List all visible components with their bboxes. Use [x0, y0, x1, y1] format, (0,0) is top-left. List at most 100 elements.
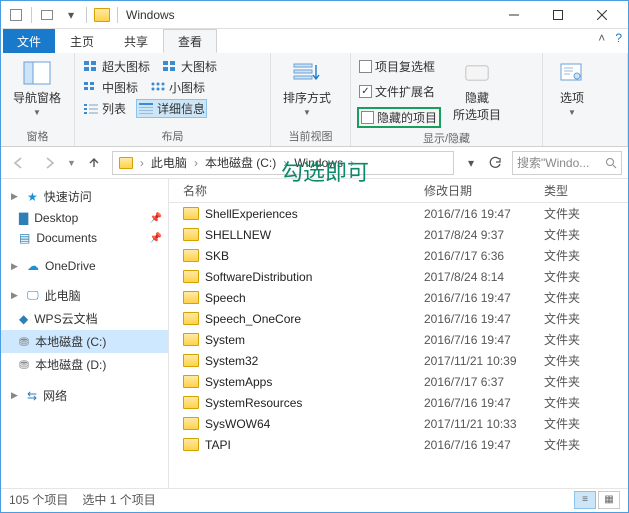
checkbox-file-extensions[interactable]: ✓文件扩展名 [357, 82, 441, 101]
table-row[interactable]: SHELLNEW2017/8/24 9:37文件夹 [169, 224, 628, 245]
help-icon[interactable]: ? [615, 31, 622, 45]
layout-large-icons[interactable]: 大图标 [160, 57, 219, 76]
breadcrumb-thispc[interactable]: 此电脑 [147, 154, 191, 171]
sidebar-wps[interactable]: ◆WPS云文档 [1, 307, 168, 330]
options-button[interactable]: 选项 ▼ [549, 57, 595, 119]
up-button[interactable] [82, 151, 106, 175]
history-dropdown-icon[interactable]: ▼ [67, 158, 76, 168]
list-icon [83, 102, 99, 116]
tab-view[interactable]: 查看 [163, 29, 217, 53]
sort-by-button[interactable]: 排序方式 ▼ [277, 57, 337, 119]
layout-medium-icons[interactable]: 中图标 [81, 78, 140, 97]
folder-icon [183, 333, 199, 346]
status-selected-count: 选中 1 个项目 [82, 491, 155, 508]
file-date: 2016/7/16 19:47 [424, 333, 544, 347]
sidebar-documents[interactable]: ▤Documents📌 [1, 228, 168, 248]
sidebar-drive-c[interactable]: ⛃本地磁盘 (C:) [1, 330, 168, 353]
star-icon: ★ [27, 190, 38, 204]
sidebar-desktop[interactable]: ▇Desktop📌 [1, 208, 168, 228]
table-row[interactable]: TAPI2016/7/16 19:47文件夹 [169, 434, 628, 455]
sidebar-network[interactable]: ▶⇆网络 [1, 384, 168, 407]
options-icon [556, 59, 588, 87]
chevron-right-icon[interactable]: › [281, 156, 289, 170]
layout-list[interactable]: 列表 [81, 99, 128, 118]
breadcrumb-drive[interactable]: 本地磁盘 (C:) [201, 154, 280, 171]
back-button[interactable] [7, 151, 31, 175]
table-row[interactable]: SystemApps2016/7/17 6:37文件夹 [169, 371, 628, 392]
chevron-right-icon[interactable]: › [192, 156, 200, 170]
file-type: 文件夹 [544, 373, 628, 390]
view-thumbnails-button[interactable]: ▦ [598, 491, 620, 509]
file-date: 2017/11/21 10:33 [424, 417, 544, 431]
file-date: 2017/8/24 8:14 [424, 270, 544, 284]
window-title: Windows [126, 8, 492, 22]
file-type: 文件夹 [544, 310, 628, 327]
hide-selected-button[interactable]: 隐藏 所选项目 [447, 57, 507, 125]
nav-pane-icon [21, 59, 53, 87]
drive-icon: ⛃ [19, 358, 29, 372]
table-row[interactable]: ShellExperiences2016/7/16 19:47文件夹 [169, 203, 628, 224]
file-type: 文件夹 [544, 205, 628, 222]
file-date: 2016/7/17 6:36 [424, 249, 544, 263]
refresh-icon[interactable] [484, 152, 506, 174]
breadcrumb-folder[interactable]: Windows [290, 156, 347, 170]
sidebar-drive-d[interactable]: ⛃本地磁盘 (D:) [1, 353, 168, 376]
checkbox-icon [359, 60, 372, 73]
tab-file[interactable]: 文件 [3, 29, 55, 53]
table-row[interactable]: System2016/7/16 19:47文件夹 [169, 329, 628, 350]
breadcrumb[interactable]: › 此电脑 › 本地磁盘 (C:) › Windows › [112, 151, 454, 175]
ribbon-collapse-icon[interactable]: ˄ [598, 31, 605, 45]
chevron-right-icon[interactable]: › [348, 156, 356, 170]
checkbox-item-checkboxes[interactable]: 项目复选框 [357, 57, 441, 76]
table-row[interactable]: SKB2016/7/17 6:36文件夹 [169, 245, 628, 266]
column-headers[interactable]: 名称 修改日期 类型 [169, 179, 628, 203]
column-type[interactable]: 类型 [544, 182, 628, 199]
sort-icon [291, 59, 323, 87]
minimize-button[interactable] [492, 1, 536, 29]
layout-small-icons[interactable]: 小图标 [148, 78, 207, 97]
table-row[interactable]: System322017/11/21 10:39文件夹 [169, 350, 628, 371]
chevron-down-icon: ▼ [303, 108, 311, 117]
layout-details[interactable]: 详细信息 [136, 99, 207, 118]
qat-newfolder-icon[interactable] [36, 4, 58, 26]
window-controls [492, 1, 624, 29]
file-name: Speech [205, 291, 246, 305]
file-name: SKB [205, 249, 229, 263]
grid-icon [150, 81, 166, 95]
checkbox-hidden-items[interactable]: 隐藏的项目 [361, 109, 437, 126]
table-row[interactable]: Speech_OneCore2016/7/16 19:47文件夹 [169, 308, 628, 329]
documents-icon: ▤ [19, 231, 30, 245]
close-button[interactable] [580, 1, 624, 29]
column-name[interactable]: 名称 [169, 182, 424, 199]
sidebar-quick-access[interactable]: ▶★快速访问 [1, 185, 168, 208]
grid-icon [83, 60, 99, 74]
table-row[interactable]: Speech2016/7/16 19:47文件夹 [169, 287, 628, 308]
forward-button[interactable] [37, 151, 61, 175]
search-input[interactable]: 搜索"Windo... [512, 151, 622, 175]
tab-home[interactable]: 主页 [55, 29, 109, 53]
maximize-button[interactable] [536, 1, 580, 29]
address-dropdown-icon[interactable]: ▾ [460, 152, 482, 174]
nav-pane-button[interactable]: 导航窗格 ▼ [7, 57, 67, 119]
file-date: 2016/7/16 19:47 [424, 312, 544, 326]
navigation-sidebar[interactable]: ▶★快速访问 ▇Desktop📌 ▤Documents📌 ▶☁OneDrive … [1, 179, 169, 488]
ribbon-group-options: 选项 ▼ [543, 53, 628, 146]
address-bar-row: ▼ › 此电脑 › 本地磁盘 (C:) › Windows › ▾ 搜索"Win… [1, 147, 628, 179]
qat-properties-icon[interactable] [5, 4, 27, 26]
table-row[interactable]: SoftwareDistribution2017/8/24 8:14文件夹 [169, 266, 628, 287]
table-row[interactable]: SysWOW642017/11/21 10:33文件夹 [169, 413, 628, 434]
layout-extra-large-icons[interactable]: 超大图标 [81, 57, 152, 76]
status-bar: 105 个项目 选中 1 个项目 ≡ ▦ [1, 488, 628, 510]
column-date[interactable]: 修改日期 [424, 182, 544, 199]
tab-share[interactable]: 共享 [109, 29, 163, 53]
title-bar: ▾ Windows [1, 1, 628, 29]
main-area: ▶★快速访问 ▇Desktop📌 ▤Documents📌 ▶☁OneDrive … [1, 179, 628, 488]
sidebar-onedrive[interactable]: ▶☁OneDrive [1, 256, 168, 276]
pin-icon: 📌 [150, 213, 162, 224]
file-rows[interactable]: ShellExperiences2016/7/16 19:47文件夹SHELLN… [169, 203, 628, 488]
table-row[interactable]: SystemResources2016/7/16 19:47文件夹 [169, 392, 628, 413]
view-details-button[interactable]: ≡ [574, 491, 596, 509]
sidebar-thispc[interactable]: ▶🖵此电脑 [1, 284, 168, 307]
chevron-right-icon[interactable]: › [138, 156, 146, 170]
qat-dropdown-icon[interactable]: ▾ [60, 4, 82, 26]
